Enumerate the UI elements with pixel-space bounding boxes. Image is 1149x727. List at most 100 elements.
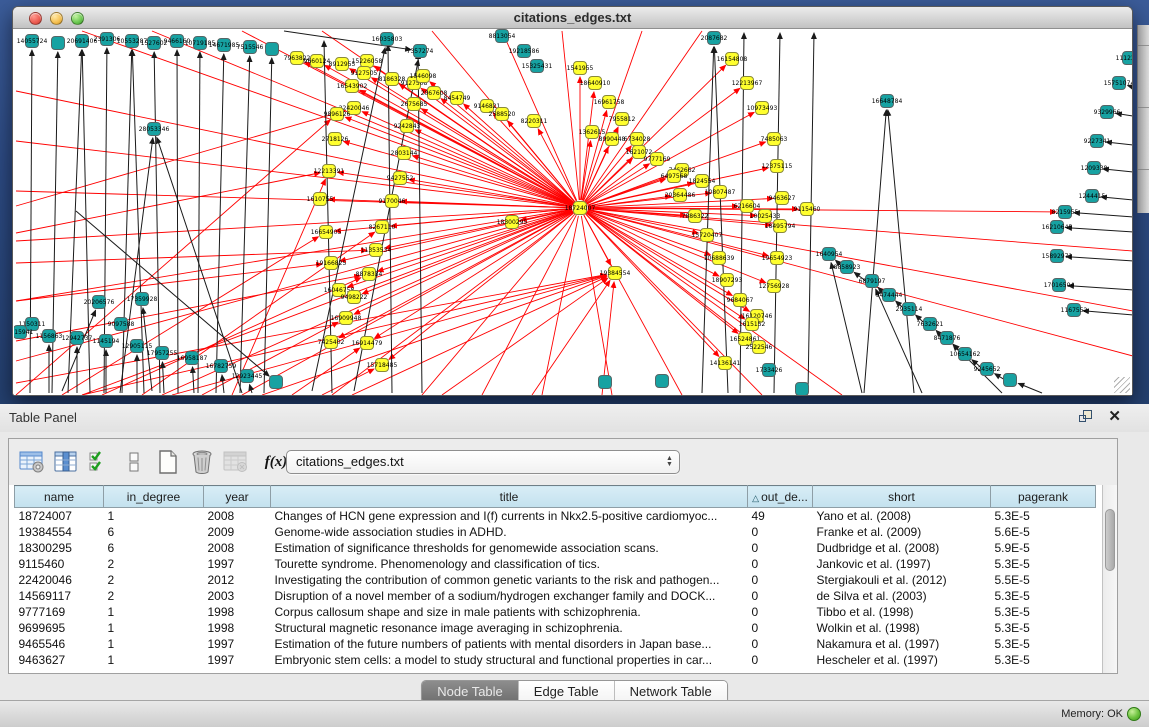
table-cell[interactable]: Dudbridge et al. (2008) [813,540,991,556]
table-cell[interactable]: 0 [748,572,813,588]
table-cell[interactable]: 5.3E-5 [991,636,1096,652]
table-cell[interactable]: de Silva et al. (2003) [813,588,991,604]
network-node[interactable] [796,383,809,396]
table-row[interactable]: 1938455462009Genome-wide association stu… [15,524,1096,540]
table-cell[interactable]: Changes of HCN gene expression and I(f) … [271,508,748,524]
table-cell[interactable]: Franke et al. (2009) [813,524,991,540]
table-cell[interactable]: Hescheler et al. (1997) [813,652,991,668]
node-table[interactable]: namein_degreeyeartitle△out_de...shortpag… [14,485,1096,668]
table-row[interactable]: 969969511998Structural magnetic resonanc… [15,620,1096,636]
table-cell[interactable]: 1 [104,636,204,652]
table-cell[interactable]: 1 [104,604,204,620]
table-cell[interactable]: Tourette syndrome. Phenomenology and cla… [271,556,748,572]
table-cell[interactable]: 18724007 [15,508,104,524]
table-cell[interactable]: 5.3E-5 [991,556,1096,572]
table-row[interactable]: 977716911998Corpus callosum shape and si… [15,604,1096,620]
table-row[interactable]: 2242004622012Investigating the contribut… [15,572,1096,588]
table-cell[interactable]: 0 [748,524,813,540]
table-vertical-scrollbar[interactable] [1102,485,1117,673]
table-settings-icon[interactable] [17,447,47,477]
table-row[interactable]: 1456911722003Disruption of a novel membe… [15,588,1096,604]
table-cell[interactable]: 0 [748,620,813,636]
column-visibility-icon[interactable] [51,447,81,477]
network-window-titlebar[interactable]: citations_edges.txt [13,7,1132,29]
network-node[interactable] [266,43,279,56]
table-cell[interactable]: 0 [748,540,813,556]
network-node[interactable] [656,375,669,388]
table-cell[interactable]: 5.3E-5 [991,604,1096,620]
network-window[interactable]: citations_edges.txt 18724007796382296601… [12,6,1133,396]
column-header-name[interactable]: name [15,486,104,508]
table-cell[interactable]: 1998 [204,620,271,636]
table-cell[interactable]: 2008 [204,540,271,556]
table-cell[interactable]: 5.3E-5 [991,620,1096,636]
table-cell[interactable]: Estimation of the future numbers of pati… [271,636,748,652]
table-cell[interactable]: 9465546 [15,636,104,652]
create-new-table-icon[interactable] [153,447,183,477]
citation-network-graph[interactable]: 1872400779638229660124891295515226058912… [14,29,1132,395]
table-cell[interactable]: 2012 [204,572,271,588]
table-cell[interactable]: 0 [748,604,813,620]
network-node[interactable] [599,376,612,389]
table-cell[interactable]: 0 [748,652,813,668]
table-cell[interactable]: Corpus callosum shape and size in male p… [271,604,748,620]
table-cell[interactable]: 1 [104,652,204,668]
table-cell[interactable]: 5.5E-5 [991,572,1096,588]
column-header-title[interactable]: title [271,486,748,508]
table-cell[interactable]: 5.6E-5 [991,524,1096,540]
table-cell[interactable]: 5.3E-5 [991,652,1096,668]
table-cell[interactable]: 49 [748,508,813,524]
table-cell[interactable]: 1998 [204,604,271,620]
select-all-rows-icon[interactable] [85,447,115,477]
table-selector-dropdown[interactable]: citations_edges.txt ▲▼ [286,450,680,474]
table-cell[interactable]: 9699695 [15,620,104,636]
scrollbar-thumb[interactable] [1105,509,1115,571]
table-cell[interactable]: 1997 [204,556,271,572]
column-header-pagerank[interactable]: pagerank [991,486,1096,508]
table-cell[interactable]: 22420046 [15,572,104,588]
table-cell[interactable]: 6 [104,524,204,540]
table-cell[interactable]: 2009 [204,524,271,540]
table-cell[interactable]: 9115460 [15,556,104,572]
table-cell[interactable]: Genome-wide association studies in ADHD. [271,524,748,540]
table-row[interactable]: 1872400712008Changes of HCN gene express… [15,508,1096,524]
table-cell[interactable]: 1997 [204,652,271,668]
table-cell[interactable]: 0 [748,636,813,652]
network-canvas[interactable]: 1872400779638229660124891295515226058912… [14,29,1132,395]
table-row[interactable]: 946362711997Embryonic stem cells: a mode… [15,652,1096,668]
table-cell[interactable]: 5.3E-5 [991,508,1096,524]
table-cell[interactable]: 14569117 [15,588,104,604]
table-cell[interactable]: 2 [104,572,204,588]
table-cell[interactable]: 0 [748,556,813,572]
table-cell[interactable]: Embryonic stem cells: a model to study s… [271,652,748,668]
table-cell[interactable]: Estimation of significance thresholds fo… [271,540,748,556]
table-cell[interactable]: 18300295 [15,540,104,556]
window-resize-grip[interactable] [1114,377,1130,393]
table-cell[interactable]: 1997 [204,636,271,652]
table-cell[interactable]: Stergiakouli et al. (2012) [813,572,991,588]
table-cell[interactable]: 1 [104,620,204,636]
delete-selected-rows-icon[interactable] [187,447,217,477]
table-cell[interactable]: Wolkin et al. (1998) [813,620,991,636]
table-cell[interactable]: 9463627 [15,652,104,668]
float-panel-icon[interactable] [1079,409,1094,424]
table-cell[interactable]: Investigating the contribution of common… [271,572,748,588]
close-panel-icon[interactable]: ✕ [1108,409,1121,424]
table-cell[interactable]: 2008 [204,508,271,524]
table-cell[interactable]: Yano et al. (2008) [813,508,991,524]
table-cell[interactable]: Nakamura et al. (1997) [813,636,991,652]
network-node[interactable] [52,37,65,50]
table-row[interactable]: 911546021997Tourette syndrome. Phenomeno… [15,556,1096,572]
table-cell[interactable]: 6 [104,540,204,556]
table-cell[interactable]: 9777169 [15,604,104,620]
deselect-all-rows-icon[interactable] [119,447,149,477]
table-cell[interactable]: Structural magnetic resonance image aver… [271,620,748,636]
table-cell[interactable]: Jankovic et al. (1997) [813,556,991,572]
table-cell[interactable]: 2003 [204,588,271,604]
column-header-out_degree[interactable]: △out_de... [748,486,813,508]
table-cell[interactable]: 1 [104,508,204,524]
network-node[interactable] [270,376,283,389]
table-cell[interactable]: 0 [748,588,813,604]
table-row[interactable]: 946554611997Estimation of the future num… [15,636,1096,652]
table-cell[interactable]: Disruption of a novel member of a sodium… [271,588,748,604]
